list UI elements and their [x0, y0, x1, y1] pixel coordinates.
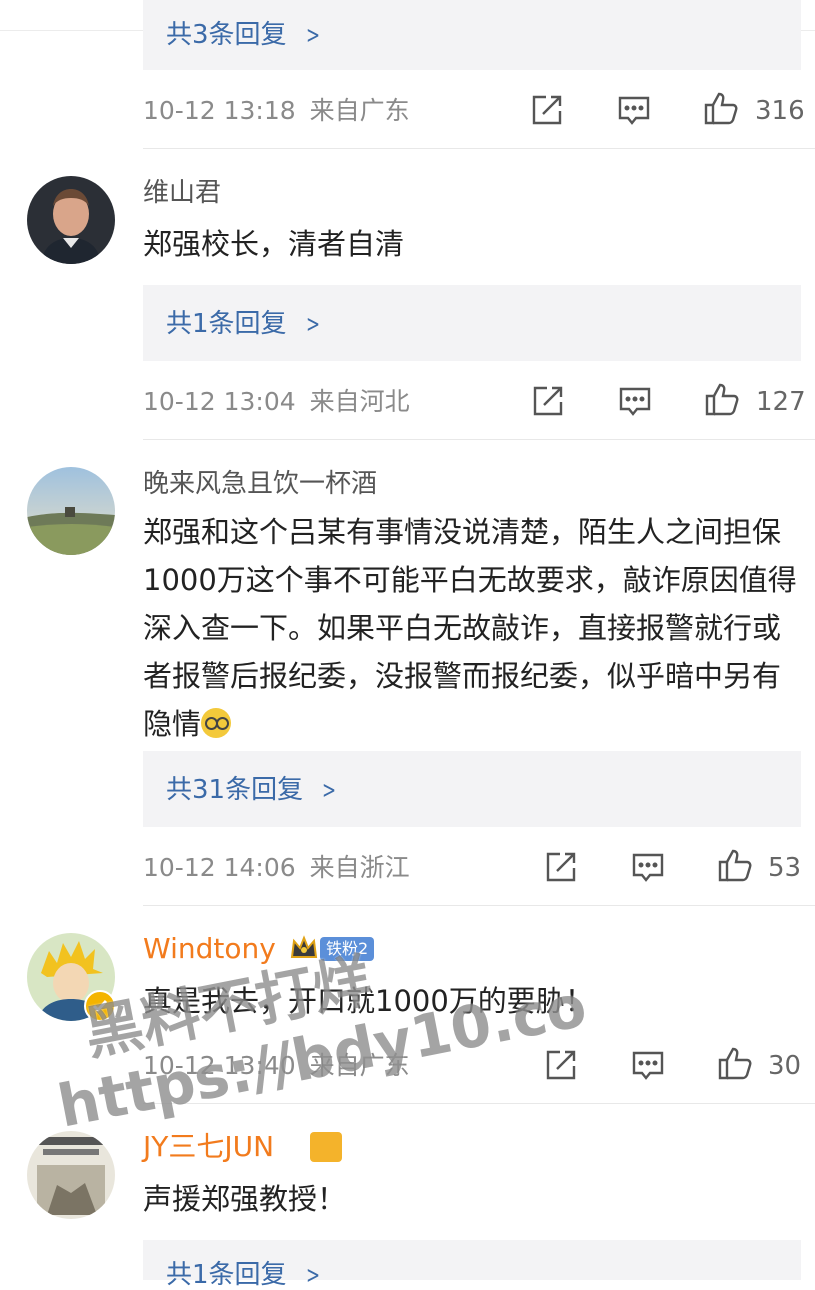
- comment-location: 来自广东: [309, 96, 410, 125]
- member-badge-icon: [310, 1132, 342, 1162]
- divider: [143, 905, 815, 906]
- thumbs-up-icon[interactable]: [703, 90, 739, 126]
- comment-icon[interactable]: [630, 849, 666, 885]
- share-icon[interactable]: [543, 1047, 579, 1083]
- share-icon[interactable]: [530, 383, 566, 419]
- comment-time: 10-12 13:04: [143, 387, 296, 416]
- username[interactable]: Windtony: [143, 935, 276, 963]
- comment-meta: 10-12 14:06 来自浙江: [143, 855, 410, 880]
- comment-icon[interactable]: [617, 383, 653, 419]
- comment-text: 郑强和这个吕某有事情没说清楚，陌生人之间担保1000万这个事不可能平白无故要求，…: [143, 515, 797, 741]
- avatar[interactable]: [27, 1131, 115, 1219]
- chevron-right-icon: >: [305, 21, 320, 49]
- view-replies-link[interactable]: 共1条回复 >: [166, 1262, 323, 1288]
- username[interactable]: JY三七JUN: [143, 1133, 274, 1161]
- thumbs-up-icon[interactable]: [704, 381, 740, 417]
- like-count: 127: [756, 387, 806, 417]
- comment-text: 声援郑强教授！: [143, 1182, 347, 1216]
- view-replies-link[interactable]: 共3条回复 >: [166, 22, 323, 48]
- comment-icon[interactable]: [630, 1047, 666, 1083]
- comment-icon[interactable]: [616, 92, 652, 128]
- share-icon[interactable]: [529, 92, 565, 128]
- avatar[interactable]: [27, 467, 115, 555]
- share-icon[interactable]: [543, 849, 579, 885]
- thumbs-up-icon[interactable]: [717, 847, 753, 883]
- like-count: 316: [755, 96, 805, 126]
- chevron-right-icon: >: [322, 776, 337, 804]
- divider: [143, 439, 815, 440]
- chevron-right-icon: >: [305, 310, 320, 338]
- emoji-glasses-icon: [201, 708, 232, 738]
- comment-time: 10-12 14:06: [143, 853, 296, 882]
- view-replies-link[interactable]: 共31条回复 >: [166, 777, 339, 803]
- comment-location: 来自浙江: [309, 853, 410, 882]
- divider: [143, 148, 815, 149]
- chevron-right-icon: >: [305, 1261, 320, 1289]
- comment-location: 来自河北: [309, 387, 410, 416]
- comment-time: 10-12 13:18: [143, 96, 296, 125]
- comment-meta: 10-12 13:18 来自广东: [143, 98, 410, 123]
- like-count: 30: [768, 1051, 802, 1081]
- view-replies-link[interactable]: 共1条回复 >: [166, 311, 323, 337]
- comment-meta: 10-12 13:04 来自河北: [143, 389, 410, 414]
- thumbs-up-icon[interactable]: [717, 1045, 753, 1081]
- username[interactable]: 维山君: [143, 180, 221, 206]
- username[interactable]: 晚来风急且饮一杯酒: [143, 471, 377, 497]
- like-count: 53: [768, 853, 802, 883]
- avatar[interactable]: [27, 176, 115, 264]
- comment-text: 郑强校长，清者自清: [143, 227, 405, 261]
